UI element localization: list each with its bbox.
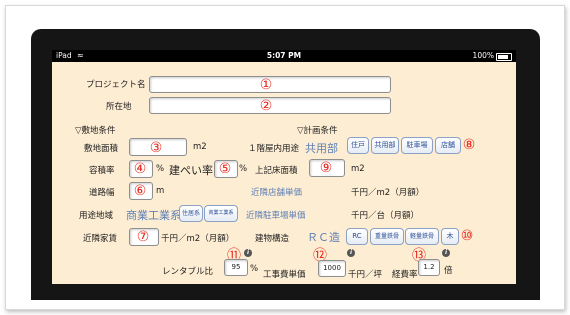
- construction-unit: 千円／坪: [348, 270, 383, 280]
- floor-ratio-label: 容積率: [89, 166, 115, 176]
- structure-value: ＲＣ造: [307, 231, 340, 244]
- marker-8: ⑧: [462, 137, 476, 153]
- marker-4: ④: [133, 161, 147, 177]
- battery-percent: 100%: [472, 51, 494, 60]
- battery-icon: [496, 53, 512, 61]
- site-conditions-heading: ▽敷地条件: [75, 126, 116, 136]
- construction-value: 1000: [323, 264, 341, 272]
- construction-info-icon[interactable]: i: [347, 249, 355, 257]
- ground-use-parking-button[interactable]: 駐車場: [401, 137, 433, 154]
- marker-1: ①: [259, 77, 273, 93]
- structure-heavy-steel-button[interactable]: 重量鉄骨: [370, 228, 404, 245]
- marker-5: ⑤: [218, 161, 232, 177]
- zoning-label: 用途地域: [79, 211, 114, 221]
- status-bar: iPad ≈ 5:07 PM 100%: [52, 50, 516, 62]
- location-label: 所在地: [106, 102, 132, 112]
- ground-use-residential-button[interactable]: 住戸: [347, 137, 369, 154]
- ground-use-shop-button[interactable]: 店舗: [435, 137, 461, 154]
- expense-unit: 倍: [444, 266, 453, 276]
- expense-label: 経費率: [392, 270, 418, 280]
- floor-ratio-unit: %: [156, 164, 165, 174]
- marker-3: ③: [149, 140, 163, 156]
- coverage-unit: %: [239, 164, 248, 174]
- expense-value: 1.2: [423, 263, 435, 271]
- ground-use-value: 共用部: [305, 142, 338, 155]
- parking-price-label: 近隣駐車場単価: [246, 211, 306, 221]
- shop-price-label: 近隣店舗単価: [251, 188, 303, 198]
- rentable-label: レンタブル比: [162, 267, 214, 277]
- marker-10: ⑩: [460, 228, 474, 244]
- rentable-info-icon[interactable]: i: [244, 249, 252, 257]
- coverage-label: 建ぺい率: [169, 164, 213, 177]
- ground-use-common-button[interactable]: 共用部: [371, 137, 399, 154]
- rentable-value: 95: [231, 263, 241, 271]
- marker-9: ⑨: [319, 160, 333, 176]
- upper-area-label: 上記床面積: [255, 166, 298, 176]
- structure-rc-button[interactable]: RC: [346, 228, 368, 245]
- structure-wood-button[interactable]: 木: [441, 228, 459, 245]
- structure-label: 建物構造: [255, 234, 290, 244]
- zoning-value: 商業工業系: [126, 209, 181, 222]
- structure-light-steel-button[interactable]: 軽量鉄骨: [405, 228, 439, 245]
- road-width-unit: m: [156, 186, 165, 196]
- marker-2: ②: [259, 98, 273, 114]
- expense-info-icon[interactable]: i: [442, 249, 450, 257]
- zoning-commercial-button[interactable]: 商業工業系: [204, 205, 238, 222]
- site-area-label: 敷地面積: [84, 144, 119, 154]
- clock: 5:07 PM: [266, 51, 302, 60]
- rent-unit: 千円／m2（月額）: [161, 234, 235, 244]
- plan-conditions-heading: ▽計画条件: [297, 126, 338, 136]
- app-form: プロジェクト名 ① 所在地 ② ▽敷地条件 ▽計画条件 敷地面積 ③ m2 １階…: [52, 62, 516, 284]
- zoning-residential-button[interactable]: 住居系: [179, 205, 203, 222]
- parking-price-unit: 千円／台（月額）: [351, 211, 420, 221]
- project-name-label: プロジェクト名: [86, 80, 146, 90]
- road-width-label: 道路幅: [89, 188, 115, 198]
- site-area-unit: m2: [193, 142, 207, 152]
- upper-area-unit: m2: [351, 164, 365, 174]
- ground-use-label: １階屋内用途: [248, 144, 300, 154]
- marker-6: ⑥: [133, 183, 147, 199]
- shop-price-unit: 千円／m2（月額）: [351, 188, 425, 198]
- rent-label: 近隣家賃: [83, 234, 118, 244]
- rentable-unit: %: [250, 264, 259, 274]
- marker-7: ⑦: [136, 229, 150, 245]
- construction-label: 工事費単価: [263, 270, 306, 280]
